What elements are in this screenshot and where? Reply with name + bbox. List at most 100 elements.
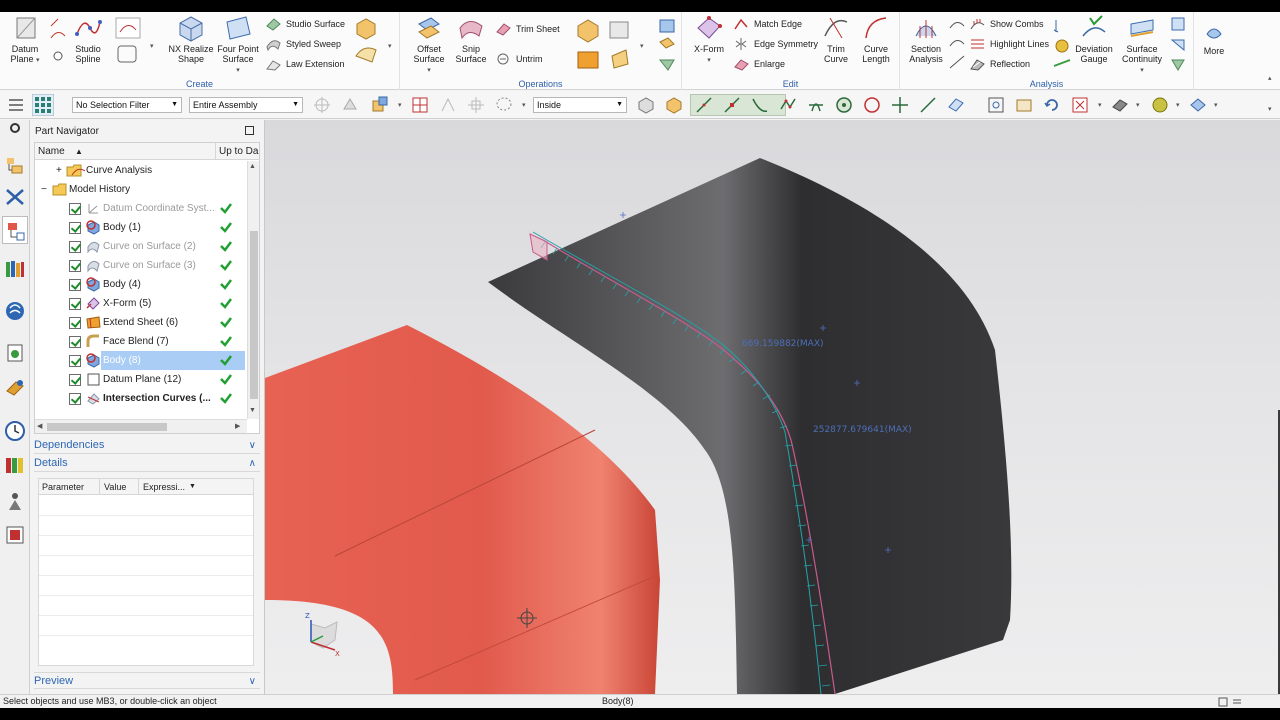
general-selection-icon[interactable] xyxy=(312,95,332,115)
untrim-button[interactable]: Untrim xyxy=(496,50,543,68)
details-col-parameter[interactable]: Parameter xyxy=(42,479,84,495)
surface-continuity-button[interactable]: Surface Continuity ▾ xyxy=(1118,14,1166,76)
scroll-right-icon[interactable]: ▶ xyxy=(235,422,240,430)
details-col-expression[interactable]: Expressi... xyxy=(138,479,185,495)
manufacturing-wizard-icon[interactable] xyxy=(4,524,26,546)
gauge-tools-icons[interactable] xyxy=(1168,16,1188,74)
sketch-tools-icon[interactable] xyxy=(114,16,142,66)
part-navigator-tab-active[interactable] xyxy=(2,216,28,244)
selection-scope-dropdown[interactable]: Entire Assembly ▼ xyxy=(189,97,303,113)
datum-plane-handle[interactable] xyxy=(529,233,548,261)
pick-point-icon[interactable] xyxy=(438,95,458,115)
orient-view-icon[interactable] xyxy=(1188,95,1208,115)
feature-visibility-checkbox[interactable] xyxy=(69,298,81,310)
selection-mode-dropdown[interactable]: Inside ▼ xyxy=(533,97,627,113)
maximize-panel-icon[interactable] xyxy=(245,126,254,135)
chevron-down-icon[interactable]: ▾ xyxy=(388,42,392,50)
select-assembly-icon[interactable] xyxy=(370,95,390,115)
collapse-icon[interactable]: − xyxy=(41,180,47,199)
tree-row-feature[interactable]: Datum Coordinate Syst... xyxy=(35,199,245,218)
surface-analysis-icons[interactable] xyxy=(1052,16,1072,74)
trim-curve-button[interactable]: Trim Curve xyxy=(818,14,854,64)
menu-icon[interactable] xyxy=(6,95,26,115)
resource-bar-settings-icon[interactable] xyxy=(7,120,23,136)
tree-row-feature[interactable]: Curve on Surface (3) xyxy=(35,256,245,275)
chevron-down-icon[interactable]: ▼ xyxy=(189,479,196,495)
match-edge-button[interactable]: Match Edge xyxy=(734,15,802,33)
web-browser-icon[interactable] xyxy=(4,300,26,322)
x-form-button[interactable]: X-Form ▾ xyxy=(690,14,728,66)
expand-icon[interactable]: + xyxy=(56,161,62,180)
four-point-surface-button[interactable]: Four Point Surface ▾ xyxy=(216,14,260,76)
chevron-down-icon[interactable]: ▾ xyxy=(1136,101,1140,109)
studio-spline-button[interactable]: Studio Spline xyxy=(68,14,108,64)
clock-history-icon[interactable] xyxy=(4,420,26,442)
tree-vertical-scrollbar[interactable]: ▲ ▼ xyxy=(247,161,259,419)
surface-tools-icon[interactable] xyxy=(354,16,378,66)
grid-apps-icon[interactable] xyxy=(32,94,54,116)
snap-point-on-face-icon[interactable] xyxy=(946,95,966,115)
curve-analysis-icons[interactable] xyxy=(948,16,966,74)
sheet-tools-icon[interactable] xyxy=(606,16,634,74)
chevron-down-icon[interactable]: ▾ xyxy=(1176,101,1180,109)
details-panel-header[interactable]: Details ∧ xyxy=(34,455,260,472)
sphere-render-icon[interactable] xyxy=(1150,95,1170,115)
selection-filter-dropdown[interactable]: No Selection Filter ▼ xyxy=(72,97,182,113)
rotate-view-icon[interactable] xyxy=(1042,95,1062,115)
fit-to-screen-icon[interactable] xyxy=(1070,95,1090,115)
feature-visibility-checkbox[interactable] xyxy=(69,374,81,386)
zoom-window-icon[interactable] xyxy=(1014,95,1034,115)
history-palette-icon[interactable] xyxy=(4,342,26,364)
preview-panel-header[interactable]: Preview ∨ xyxy=(34,672,260,689)
library-tools-icon[interactable] xyxy=(656,16,678,74)
more-button[interactable]: More xyxy=(1196,22,1232,56)
tree-horizontal-scrollbar[interactable]: ◀ ▶ xyxy=(35,419,247,433)
snap-existing-point-icon[interactable] xyxy=(890,95,910,115)
snap-control-point-icon[interactable] xyxy=(778,95,798,115)
ribbon-collapse-icon[interactable]: ▴ xyxy=(1268,74,1272,82)
column-uptodate-header[interactable]: Up to Da xyxy=(215,143,259,160)
scroll-left-icon[interactable]: ◀ xyxy=(37,422,42,430)
feature-visibility-checkbox[interactable] xyxy=(69,336,81,348)
feature-visibility-checkbox[interactable] xyxy=(69,260,81,272)
select-all-icon[interactable] xyxy=(410,95,430,115)
solid-tools-icon[interactable] xyxy=(574,16,602,74)
tree-row-feature[interactable]: Body (4) xyxy=(35,275,245,294)
feature-visibility-checkbox[interactable] xyxy=(69,222,81,234)
scroll-down-icon[interactable]: ▼ xyxy=(249,407,256,414)
graphics-window[interactable]: 669.159882(MAX) 252877.679641(MAX) Z X xyxy=(265,120,1280,694)
snip-surface-button[interactable]: Snip Surface xyxy=(452,14,490,64)
tree-row-feature[interactable]: X-Form (5) xyxy=(35,294,245,313)
feature-visibility-checkbox[interactable] xyxy=(69,393,81,405)
datum-plane-button[interactable]: Datum Plane ▾ xyxy=(4,14,46,66)
feature-visibility-checkbox[interactable] xyxy=(69,317,81,329)
scroll-up-icon[interactable]: ▲ xyxy=(249,163,256,170)
snap-quadrant-icon[interactable] xyxy=(862,95,882,115)
feature-visibility-checkbox[interactable] xyxy=(69,241,81,253)
deviation-gauge-button[interactable]: Deviation Gauge xyxy=(1072,14,1116,64)
feature-visibility-checkbox[interactable] xyxy=(69,355,81,367)
highlight-lines-button[interactable]: Highlight Lines xyxy=(970,35,1049,53)
chevron-down-icon[interactable]: ▾ xyxy=(640,42,644,50)
scrollbar-thumb[interactable] xyxy=(250,231,258,399)
curve-tools-icon[interactable] xyxy=(48,16,68,66)
law-extension-button[interactable]: Law Extension xyxy=(266,55,345,73)
expand-chevron-icon[interactable]: ∨ xyxy=(249,437,256,454)
snap-intersection-icon[interactable] xyxy=(806,95,826,115)
tree-row-feature[interactable]: Extend Sheet (6) xyxy=(35,313,245,332)
system-materials-icon[interactable] xyxy=(4,454,26,476)
toolbar-overflow-icon[interactable]: ▾ xyxy=(1268,105,1272,113)
rendering-style-icon[interactable] xyxy=(1110,95,1130,115)
show-combs-button[interactable]: Show Combs xyxy=(970,15,1044,33)
column-name-header[interactable]: Name xyxy=(38,143,65,160)
reflection-button[interactable]: Reflection xyxy=(970,55,1030,73)
tree-row-model-history[interactable]: − Model History xyxy=(35,180,245,199)
tree-row-feature[interactable]: Face Blend (7) xyxy=(35,332,245,351)
chevron-down-icon[interactable]: ▾ xyxy=(1098,101,1102,109)
enlarge-button[interactable]: Enlarge xyxy=(734,55,785,73)
process-studio-icon[interactable] xyxy=(4,376,26,398)
offset-surface-button[interactable]: Offset Surface ▾ xyxy=(410,14,448,76)
tree-row-curve-analysis[interactable]: + Curve Analysis xyxy=(35,161,245,180)
constraint-navigator-icon[interactable] xyxy=(4,186,26,208)
chevron-down-icon[interactable]: ▾ xyxy=(398,101,402,109)
